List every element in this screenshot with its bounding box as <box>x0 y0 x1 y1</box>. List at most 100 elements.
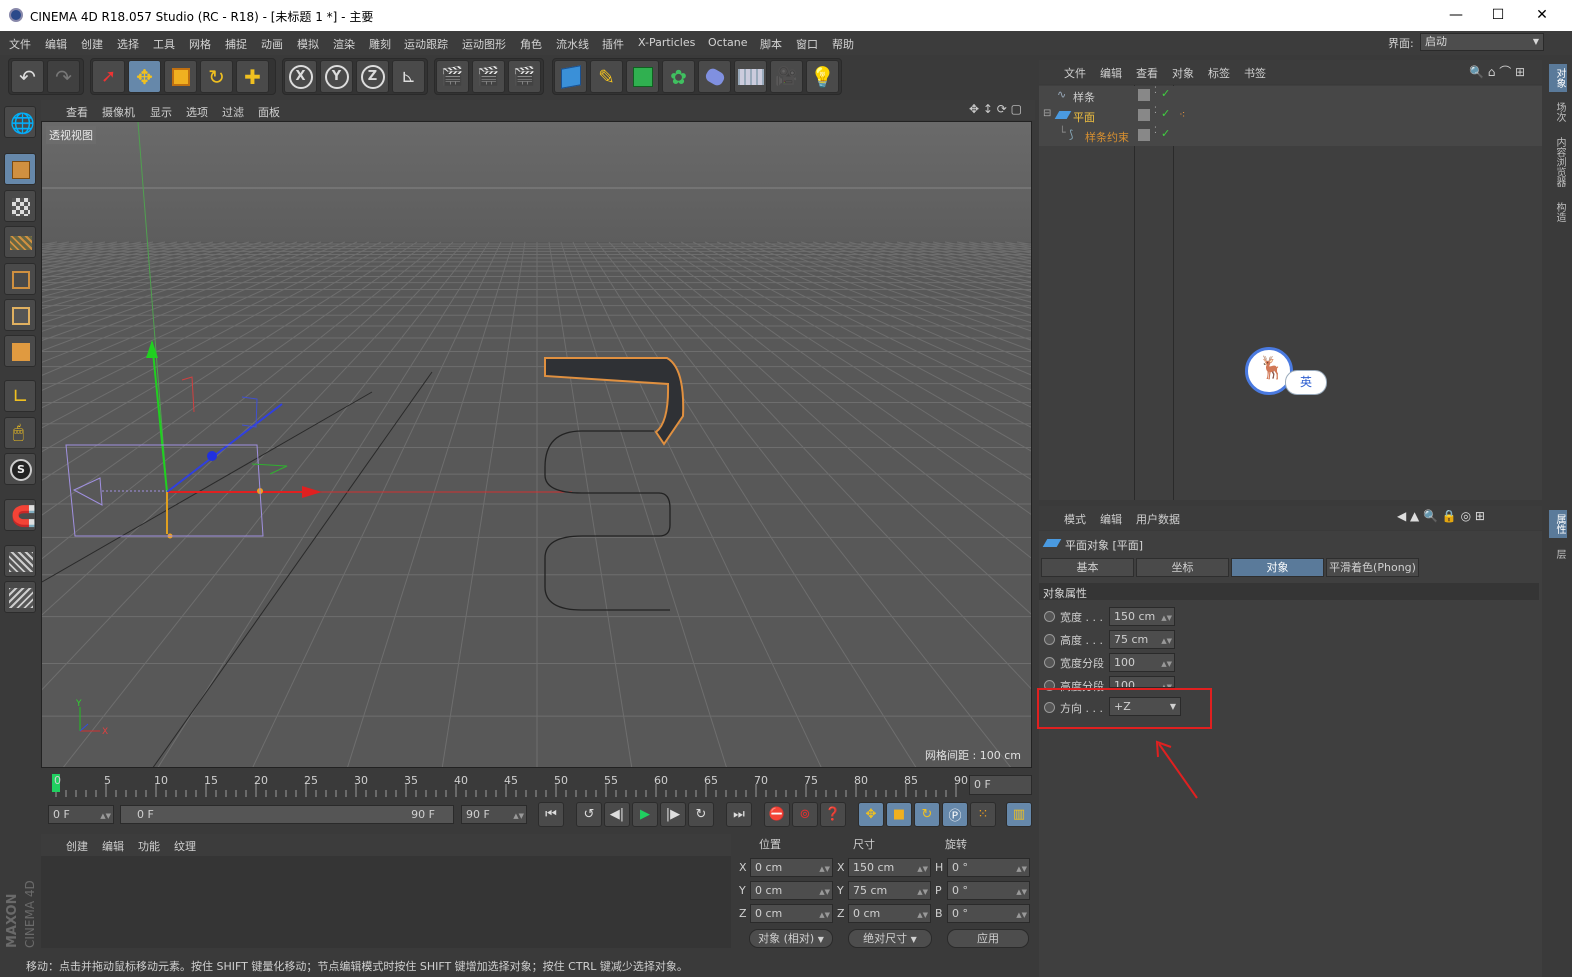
pen-spline-button[interactable]: ✎ <box>590 60 623 93</box>
subdivision-surface-button[interactable] <box>626 60 659 93</box>
model-mode-button[interactable] <box>4 153 36 185</box>
objects-menu-view[interactable]: 查看 <box>1136 65 1158 81</box>
prev-frame-button[interactable]: ◀| <box>604 802 630 827</box>
key-rotation-button[interactable]: ↻ <box>914 802 940 827</box>
key-pla-button[interactable]: ⁙ <box>970 802 996 827</box>
width-anim-radio[interactable] <box>1044 611 1055 622</box>
next-frame-button[interactable]: |▶ <box>660 802 686 827</box>
objects-menu-file[interactable]: 文件 <box>1064 65 1086 81</box>
attr-menu-userdata[interactable]: 用户数据 <box>1136 511 1180 527</box>
size-field[interactable]: 0 cm ▲▼ <box>848 904 931 923</box>
current-frame-field[interactable]: 0 F <box>969 775 1032 795</box>
attr-header-icons[interactable]: ◀ ▲ 🔍 🔒 ◎ ⊞ <box>1397 509 1485 523</box>
magnet-button[interactable]: 🧲 <box>4 499 36 531</box>
objects-menu-edit[interactable]: 编辑 <box>1100 65 1122 81</box>
rotate-tool-button[interactable]: ↻ <box>200 60 233 93</box>
height-anim-radio[interactable] <box>1044 634 1055 645</box>
tweak-mode-button[interactable]: 🖱 <box>4 417 36 449</box>
menu-mesh[interactable]: 网格 <box>189 36 211 52</box>
position-field[interactable]: 0 cm ▲▼ <box>750 904 833 923</box>
layer-icon[interactable] <box>1138 109 1150 121</box>
rotation-field[interactable]: 0 ° ▲▼ <box>947 904 1030 923</box>
record-keys-button[interactable]: ⛔ <box>764 802 790 827</box>
collapse-icon[interactable]: ⊟ <box>1043 108 1051 119</box>
camera-button[interactable]: 🎥 <box>770 60 803 93</box>
perspective-viewport[interactable]: Y X 透视视图 网格间距 : 100 cm <box>41 121 1032 768</box>
key-scale-button[interactable]: ■ <box>886 802 912 827</box>
material-area[interactable] <box>41 856 731 948</box>
attr-tab-phong[interactable]: 平滑着色(Phong) <box>1326 558 1419 577</box>
menu-character[interactable]: 角色 <box>520 36 542 52</box>
position-field[interactable]: 0 cm ▲▼ <box>750 881 833 900</box>
floor-button[interactable] <box>734 60 767 93</box>
material-menu-function[interactable]: 功能 <box>138 838 160 854</box>
menu-animate[interactable]: 动画 <box>261 36 283 52</box>
menu-window[interactable]: 窗口 <box>796 36 818 52</box>
size-field[interactable]: 150 cm ▲▼ <box>848 858 931 877</box>
apply-button[interactable]: 应用 <box>947 929 1029 948</box>
make-editable-button[interactable]: 🌐 <box>4 106 36 138</box>
menu-simulate[interactable]: 模拟 <box>297 36 319 52</box>
rotation-field[interactable]: 0 ° ▲▼ <box>947 858 1030 877</box>
viewport-menu-options[interactable]: 选项 <box>186 104 208 120</box>
go-to-end-button[interactable]: ⏭ <box>726 802 752 827</box>
cube-button[interactable] <box>554 60 587 93</box>
tab-structure[interactable]: 构造 <box>1549 198 1567 226</box>
object-row-spline[interactable]: ∿ 样条 ⁚ ✓ <box>1039 86 1542 106</box>
menu-file[interactable]: 文件 <box>9 36 31 52</box>
key-position-button[interactable]: ✥ <box>858 802 884 827</box>
menu-octane[interactable]: Octane <box>708 36 748 49</box>
width-field[interactable]: 150 cm ▲▼ <box>1109 607 1175 626</box>
viewport-menu-filter[interactable]: 过滤 <box>222 104 244 120</box>
tab-attributes[interactable]: 属性 <box>1549 510 1567 538</box>
texture-mode-button[interactable] <box>4 190 36 222</box>
material-menu-create[interactable]: 创建 <box>66 838 88 854</box>
polygons-mode-button[interactable] <box>4 335 36 367</box>
object-row-spline-wrap[interactable]: └ ⟆ 样条约束 ⁚ ✓ <box>1039 126 1542 146</box>
attr-menu-mode[interactable]: 模式 <box>1064 511 1086 527</box>
snap-button[interactable]: S <box>4 453 36 485</box>
tab-layers[interactable]: 层 <box>1549 544 1567 564</box>
lock-workplane-button[interactable] <box>4 545 36 577</box>
viewport-menu-cameras[interactable]: 摄像机 <box>102 104 135 120</box>
position-field[interactable]: 0 cm ▲▼ <box>750 858 833 877</box>
cloner-button[interactable]: ✿ <box>662 60 695 93</box>
check-icon[interactable]: ✓ <box>1161 107 1170 120</box>
check-icon[interactable]: ✓ <box>1161 127 1170 140</box>
width-segments-field[interactable]: 100 ▲▼ <box>1109 653 1175 672</box>
layer-icon[interactable] <box>1138 89 1150 101</box>
objects-menu-objects[interactable]: 对象 <box>1172 65 1194 81</box>
menu-script[interactable]: 脚本 <box>760 36 782 52</box>
visibility-dots-icon[interactable]: ⁚ <box>1154 86 1157 96</box>
menu-plugins[interactable]: 插件 <box>602 36 624 52</box>
points-mode-button[interactable] <box>4 263 36 295</box>
workplane-mode-button[interactable] <box>4 226 36 258</box>
height-segments-field[interactable]: 100 ▲▼ <box>1109 676 1175 688</box>
preview-range-slider[interactable]: 0 F 90 F <box>120 805 454 824</box>
minimize-button[interactable]: — <box>1436 4 1476 26</box>
viewport-menu-panel[interactable]: 面板 <box>258 104 280 120</box>
menu-create[interactable]: 创建 <box>81 36 103 52</box>
menu-select[interactable]: 选择 <box>117 36 139 52</box>
menu-edit[interactable]: 编辑 <box>45 36 67 52</box>
undo-button[interactable]: ↶ <box>11 60 44 93</box>
z-axis-button[interactable]: Z <box>356 60 389 93</box>
next-key-button[interactable]: ↻ <box>688 802 714 827</box>
menu-snap[interactable]: 捕捉 <box>225 36 247 52</box>
width-segments-anim-radio[interactable] <box>1044 657 1055 668</box>
render-picture-viewer-button[interactable]: 🎬 <box>472 60 505 93</box>
menu-mograph[interactable]: 运动图形 <box>462 36 506 52</box>
render-view-button[interactable]: 🎬 <box>436 60 469 93</box>
end-frame-field[interactable]: 90 F ▲▼ <box>461 805 527 824</box>
attr-tab-coord[interactable]: 坐标 <box>1136 558 1229 577</box>
move-tool-button[interactable]: ✥ <box>128 60 161 93</box>
size-field[interactable]: 75 cm ▲▼ <box>848 881 931 900</box>
planar-workplane-button[interactable] <box>4 581 36 613</box>
scale-tool-button[interactable] <box>164 60 197 93</box>
y-axis-button[interactable]: Y <box>320 60 353 93</box>
redo-button[interactable]: ↷ <box>47 60 80 93</box>
menu-help[interactable]: 帮助 <box>832 36 854 52</box>
timeline-window-button[interactable]: ▥ <box>1006 802 1032 827</box>
maximize-button[interactable]: ☐ <box>1478 4 1518 26</box>
size-mode-dropdown[interactable]: 绝对尺寸 ▼ <box>848 929 932 948</box>
